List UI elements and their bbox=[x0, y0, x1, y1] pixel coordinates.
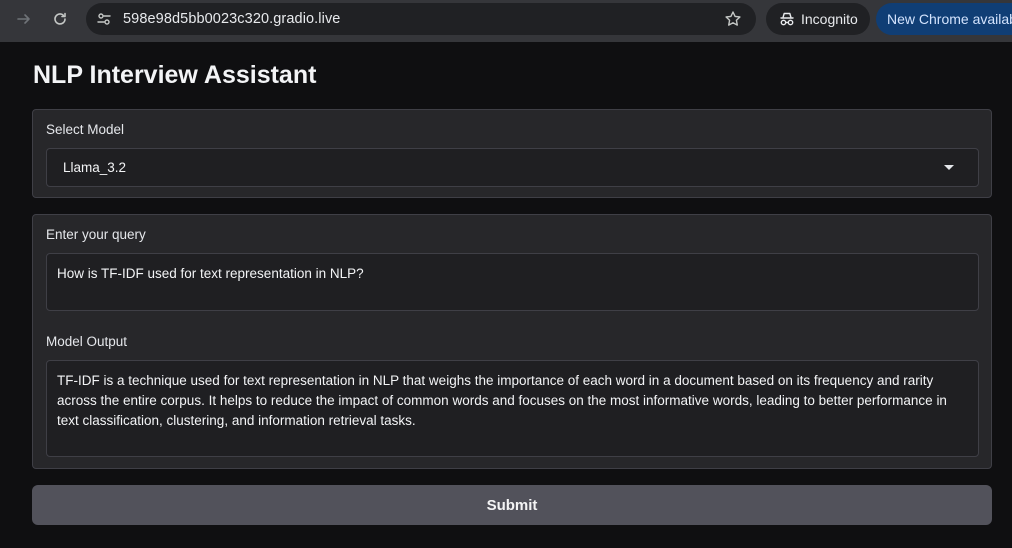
output-label: Model Output bbox=[46, 334, 128, 349]
model-select-label: Select Model bbox=[46, 122, 125, 137]
query-input[interactable]: How is TF-IDF used for text representati… bbox=[46, 253, 979, 311]
query-label: Enter your query bbox=[46, 227, 146, 242]
incognito-label: Incognito bbox=[801, 11, 858, 27]
address-bar[interactable]: 598e98d5bb0023c320.gradio.live bbox=[86, 3, 756, 35]
model-dropdown-value: Llama_3.2 bbox=[63, 160, 127, 175]
model-output-textbox[interactable]: TF-IDF is a technique used for text repr… bbox=[46, 360, 979, 457]
chevron-down-icon bbox=[944, 165, 954, 170]
forward-button[interactable] bbox=[12, 7, 36, 31]
reload-button[interactable] bbox=[48, 7, 72, 31]
page-title: NLP Interview Assistant bbox=[33, 61, 317, 89]
arrow-right-icon bbox=[17, 14, 30, 24]
model-dropdown[interactable]: Llama_3.2 bbox=[46, 148, 979, 187]
submit-button[interactable]: Submit bbox=[32, 485, 992, 525]
chrome-update-button[interactable]: New Chrome available bbox=[876, 3, 1012, 35]
incognito-icon bbox=[778, 10, 796, 28]
model-select-block: Select Model Llama_3.2 bbox=[32, 109, 992, 198]
star-icon[interactable] bbox=[724, 10, 742, 28]
query-output-block: Enter your query How is TF-IDF used for … bbox=[32, 214, 992, 469]
tune-icon[interactable] bbox=[96, 11, 112, 27]
reload-icon bbox=[54, 12, 66, 25]
url-text[interactable]: 598e98d5bb0023c320.gradio.live bbox=[123, 11, 340, 27]
app-container: NLP Interview Assistant Select Model Lla… bbox=[0, 42, 1012, 548]
browser-toolbar: 598e98d5bb0023c320.gradio.live Incognito… bbox=[0, 0, 1012, 42]
incognito-indicator[interactable]: Incognito bbox=[766, 3, 870, 35]
chrome-update-label: New Chrome available bbox=[887, 11, 1012, 27]
